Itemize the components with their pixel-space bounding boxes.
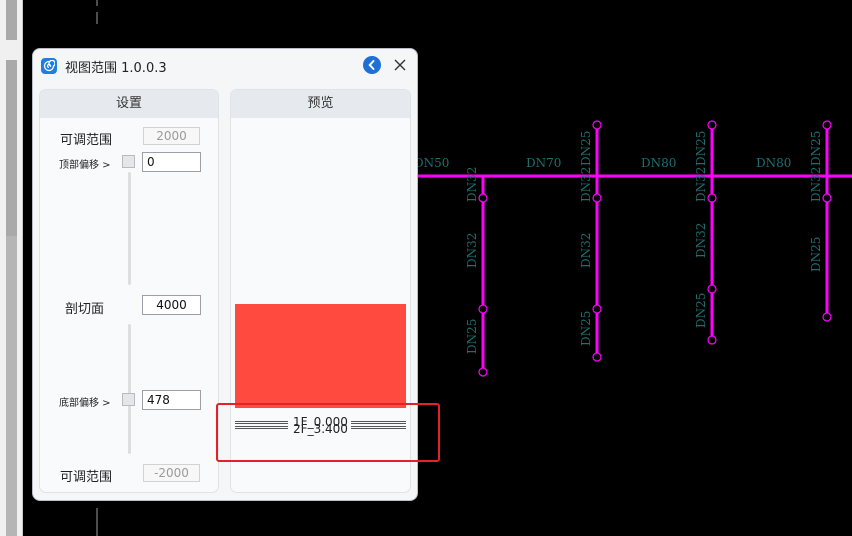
bottom-range-input (143, 464, 200, 482)
pipe-label: DN70 (526, 156, 561, 170)
bottom-offset-slider-thumb[interactable] (122, 393, 135, 406)
cut-plane-input[interactable] (142, 295, 201, 315)
pipe-label: DN25 (579, 311, 593, 346)
spiral-icon (43, 60, 55, 72)
top-offset-label[interactable]: 顶部偏移 > (59, 156, 111, 171)
top-offset-input[interactable] (142, 152, 201, 172)
pipe-node (592, 120, 602, 130)
bottom-offset-slider-track[interactable] (128, 324, 131, 454)
bottom-range-label: 可调范围 (60, 470, 113, 485)
bottom-offset-label[interactable]: 底部偏移 > (59, 394, 111, 409)
top-range-input (143, 127, 200, 145)
top-offset-slider-track[interactable] (128, 172, 131, 285)
pipe-label: DN32 (579, 233, 593, 268)
pipe-node (592, 193, 602, 203)
view-range-preview-block (235, 304, 406, 408)
app-icon (41, 58, 57, 74)
pipe-label: DN25 (465, 319, 479, 354)
pipe-label: DN32 (809, 167, 823, 202)
pipe-node (478, 304, 488, 314)
pipe-label: DN32 (694, 223, 708, 258)
pipe-node (592, 304, 602, 314)
pipe-node (822, 193, 832, 203)
pipe-label: DN25 (809, 131, 823, 166)
pipe-node (707, 120, 717, 130)
close-button[interactable] (391, 56, 409, 74)
pipe-node (478, 367, 488, 377)
top-range-label: 可调范围 (60, 133, 113, 148)
pipe-node (707, 335, 717, 345)
pipe-node (707, 193, 717, 203)
back-button[interactable] (363, 56, 381, 74)
pipe-node (822, 120, 832, 130)
top-offset-slider-thumb[interactable] (122, 155, 135, 168)
pipe-label: DN80 (756, 156, 791, 170)
pipe-label: DN25 (694, 293, 708, 328)
pipe-label: DN25 (579, 131, 593, 166)
pipe-label: DN50 (414, 156, 449, 170)
pipe-label: DN32 (465, 167, 479, 202)
close-icon (394, 59, 406, 71)
pipe-label: DN32 (465, 233, 479, 268)
dialog-titlebar[interactable]: 视图范围 1.0.0.3 (33, 49, 417, 83)
pipe-label: DN32 (694, 167, 708, 202)
highlight-box (216, 403, 440, 462)
settings-header: 设置 (40, 90, 218, 118)
pipe-node (707, 284, 717, 294)
pipe-node (478, 193, 488, 203)
pipe-label: DN80 (641, 156, 676, 170)
pipe-label: DN25 (694, 131, 708, 166)
settings-panel: 设置 可调范围 顶部偏移 > 剖切面 底部偏移 > 可调范围 (39, 89, 219, 493)
dialog-title: 视图范围 1.0.0.3 (65, 61, 167, 76)
chevron-left-icon (368, 60, 375, 70)
pipe-node (592, 352, 602, 362)
cut-plane-label: 剖切面 (65, 302, 105, 317)
preview-header: 预览 (231, 90, 410, 118)
bottom-offset-input[interactable] (142, 390, 201, 410)
pipe-label: DN32 (579, 167, 593, 202)
pipe-label: DN25 (809, 237, 823, 272)
pipe-node (822, 312, 832, 322)
